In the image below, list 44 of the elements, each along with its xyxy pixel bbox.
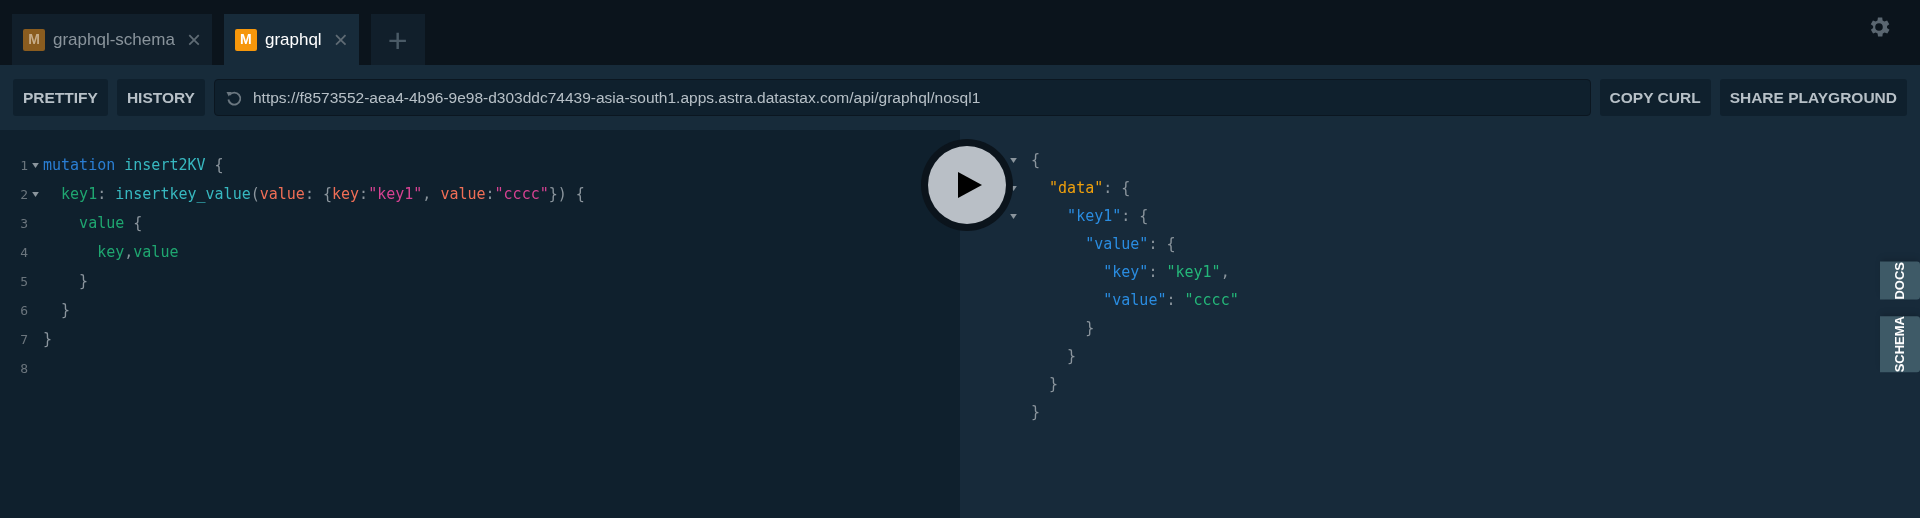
- code-line: }: [78, 271, 89, 293]
- tab-badge: M: [234, 28, 257, 51]
- toolbar-button[interactable]: COPY CURL: [1599, 79, 1711, 116]
- code-line: "data": {: [1048, 177, 1131, 199]
- code-line: }: [1048, 373, 1059, 395]
- line-number: 8: [19, 359, 28, 378]
- line-number: 5: [19, 272, 28, 291]
- code-line: }: [1031, 401, 1041, 423]
- line-number: 2: [19, 185, 28, 204]
- code-line: key,value: [96, 242, 179, 264]
- code-line: "value": {: [1084, 233, 1176, 255]
- line-number: 4: [19, 243, 28, 262]
- side-tab[interactable]: DOCS: [1880, 262, 1920, 300]
- play-icon: [958, 172, 982, 198]
- tab[interactable]: M graphql ×: [223, 14, 359, 65]
- side-tab[interactable]: SCHEMA: [1880, 315, 1920, 372]
- line-number: 1: [19, 156, 28, 175]
- tab-label: graphql: [264, 28, 323, 51]
- code-line: key1: insertkey_value(value: {key:"key1", value:"cccc"}) {: [60, 184, 585, 206]
- tab-badge: M: [23, 28, 45, 51]
- code-line: }: [43, 329, 53, 351]
- code-line: mutation insert2KV {: [43, 155, 224, 177]
- tab-label: graphql-schema: [53, 28, 176, 51]
- code-line: "key": "key1",: [1102, 261, 1230, 283]
- toolbar-button[interactable]: SHARE PLAYGROUND: [1719, 79, 1907, 116]
- line-number: 7: [19, 330, 28, 349]
- fold-arrow-icon[interactable]: [32, 163, 39, 168]
- fold-arrow-icon[interactable]: [1010, 157, 1017, 163]
- line-number: 6: [19, 301, 28, 320]
- code-line: "value": "cccc": [1102, 289, 1239, 311]
- code-line: {: [1031, 149, 1041, 171]
- code-line: }: [1084, 317, 1095, 339]
- code-line: }: [1066, 345, 1077, 367]
- fold-arrow-icon[interactable]: [32, 192, 39, 197]
- url-field[interactable]: https://f8573552-aea4-4b96-9e98-d303ddc74439-asia-south1.apps.astra.datastax.com/api/graphql/nosql1: [213, 79, 1591, 116]
- url-text: https://f8573552-aea4-4b96-9e98-d303ddc74439-asia-south1.apps.astra.datastax.com/api/graphql/nosql1: [252, 87, 981, 108]
- line-number: 3: [19, 214, 28, 233]
- fold-arrow-icon[interactable]: [1010, 213, 1017, 219]
- toolbar-button[interactable]: PRETTIFY: [13, 79, 108, 116]
- toolbar-button[interactable]: HISTORY: [116, 79, 205, 116]
- code-line: value {: [78, 213, 143, 235]
- code-line: }: [60, 300, 71, 322]
- tab[interactable]: M graphql-schema ×: [12, 14, 212, 65]
- code-line: "key1": {: [1066, 205, 1149, 227]
